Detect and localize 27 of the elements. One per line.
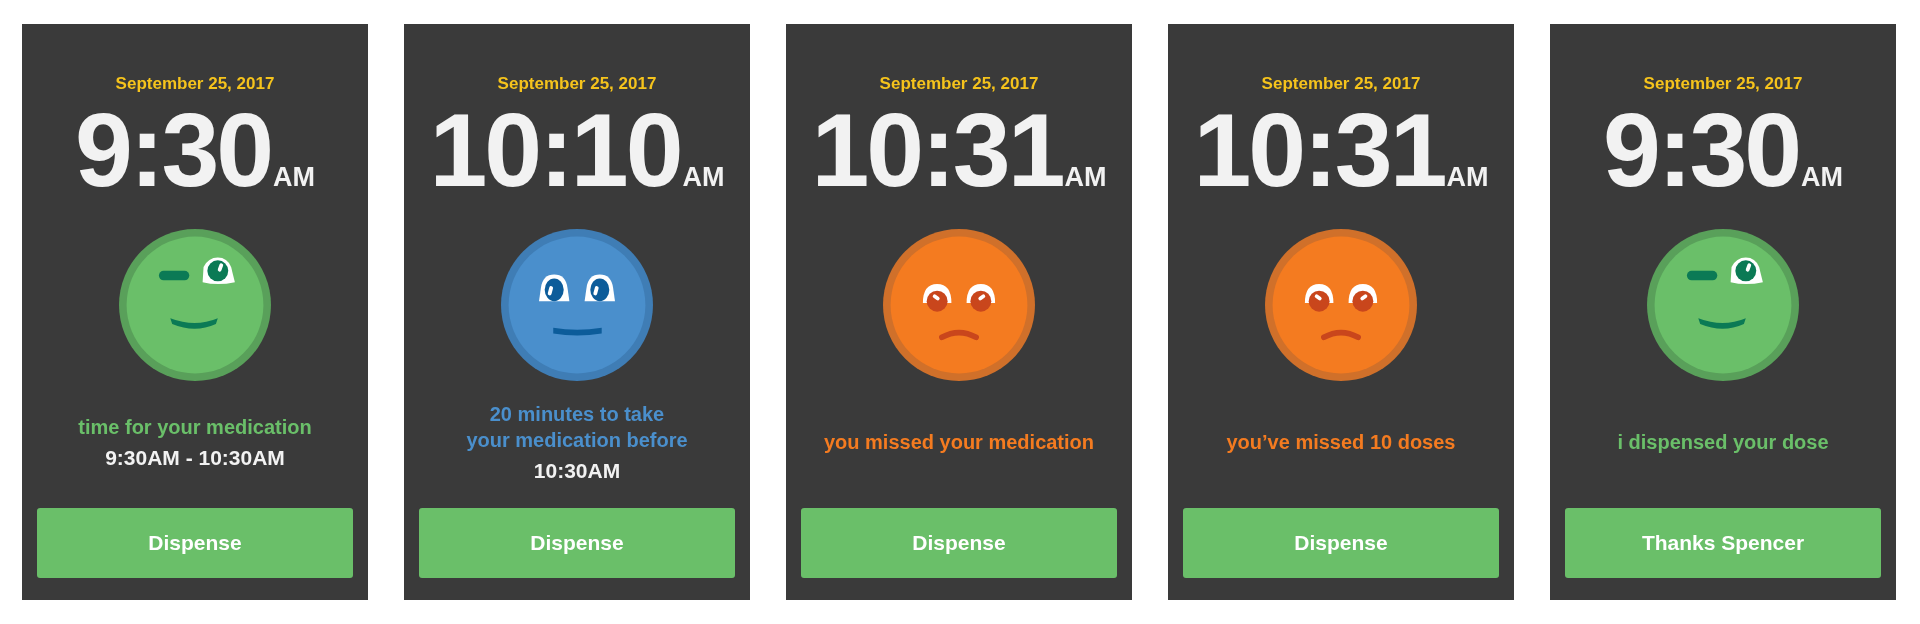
clock-time: 10:10 [429, 96, 681, 206]
clock-meridiem: AM [1801, 162, 1844, 193]
time-window: 10:30AM [533, 458, 621, 483]
date-label: September 25, 2017 [115, 74, 275, 94]
clock-time: 10:31 [1193, 96, 1445, 206]
clock-meridiem: AM [273, 162, 316, 193]
action-button[interactable]: Dispense [801, 508, 1117, 578]
status-message: time for your medication [78, 414, 312, 440]
clock-time: 9:30 [1602, 96, 1800, 206]
date-label: September 25, 2017 [1643, 74, 1803, 94]
time-window: 9:30AM - 10:30AM [105, 445, 285, 470]
action-button[interactable]: Dispense [419, 508, 735, 578]
action-button[interactable]: Dispense [1183, 508, 1499, 578]
clock-meridiem: AM [1446, 162, 1489, 193]
status-message: you’ve missed 10 doses [1226, 429, 1456, 455]
date-label: September 25, 2017 [879, 74, 1039, 94]
clock-meridiem: AM [1064, 162, 1107, 193]
clock-time: 10:31 [811, 96, 1063, 206]
status-message: i dispensed your dose [1617, 429, 1829, 455]
status-message: you missed your medication [823, 429, 1095, 455]
status-message: 20 minutes to take your medication before [466, 401, 688, 453]
date-label: September 25, 2017 [1261, 74, 1421, 94]
action-button[interactable]: Dispense [37, 508, 353, 578]
clock-meridiem: AM [682, 162, 725, 193]
action-button[interactable]: Thanks Spencer [1565, 508, 1881, 578]
date-label: September 25, 2017 [497, 74, 657, 94]
clock-time: 9:30 [74, 96, 272, 206]
